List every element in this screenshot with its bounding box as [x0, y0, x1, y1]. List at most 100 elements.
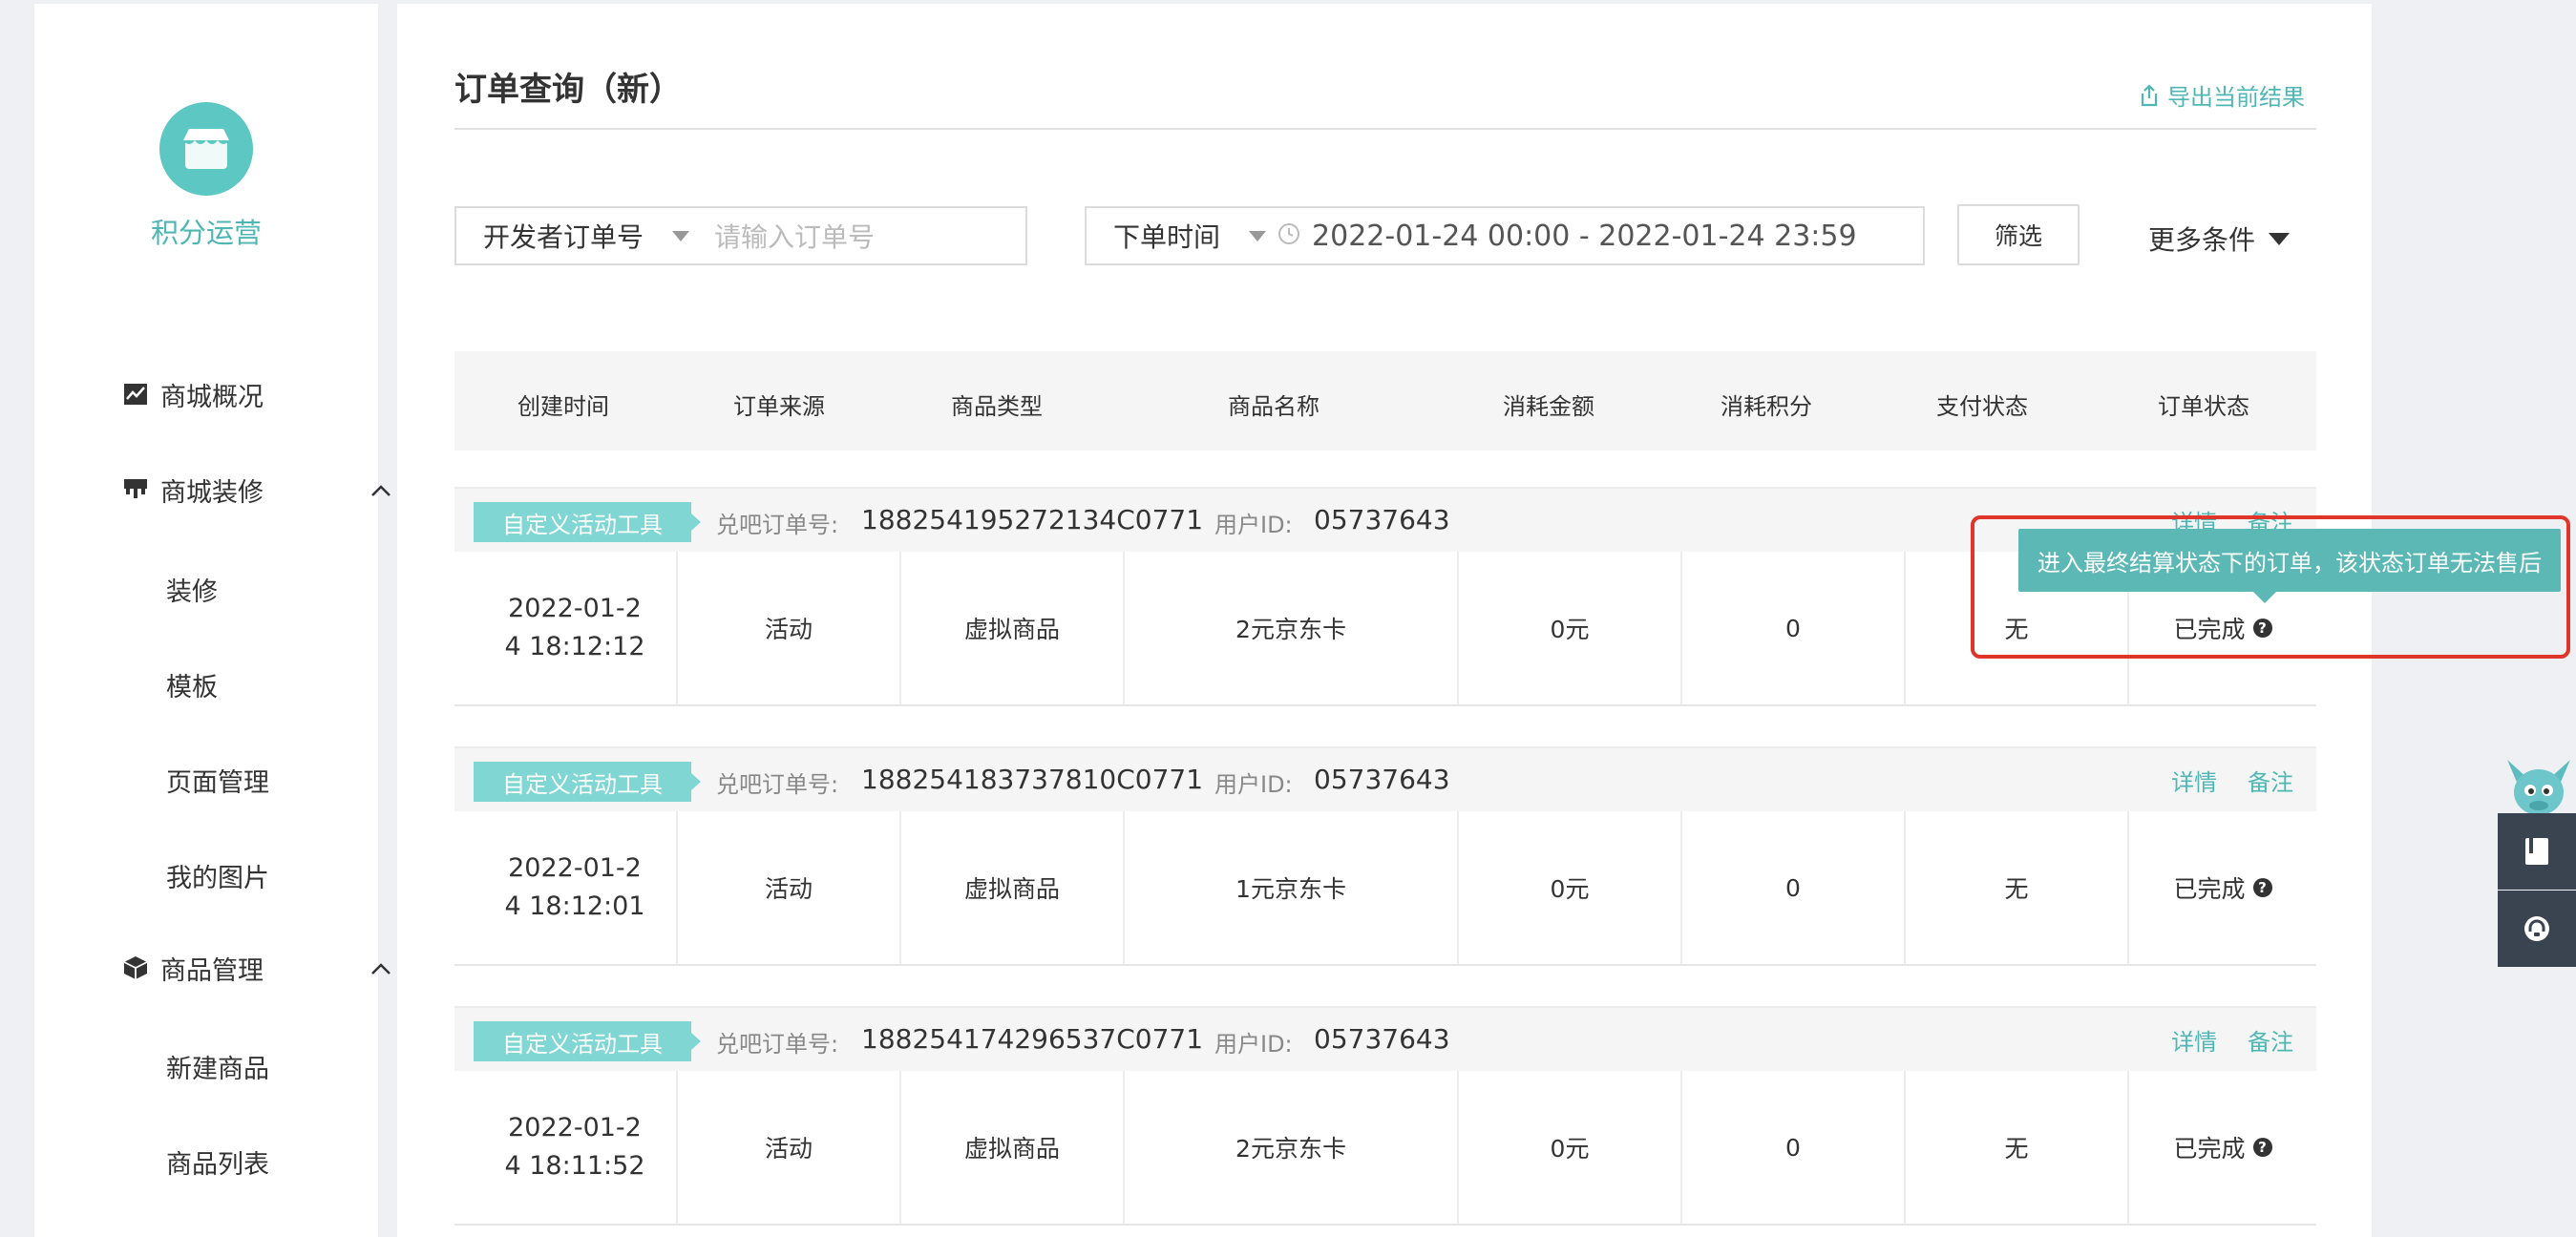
caret-down-icon	[2269, 232, 2291, 245]
goods-name-cell: 2元京东卡	[1235, 616, 1346, 643]
order-detail-row: 2022-01-2 4 18:11:52 活动 虚拟商品 2元京东卡 0元 0 无…	[454, 1071, 2316, 1226]
order-status-text: 已完成	[2173, 875, 2246, 903]
chart-icon	[122, 381, 149, 408]
support-button[interactable]	[2498, 891, 2576, 967]
order-type-select[interactable]: 开发者订单号	[483, 217, 644, 255]
column-header: 消耗金额	[1503, 393, 1594, 420]
goods-name-cell: 2元京东卡	[1235, 1135, 1346, 1163]
table-header: 创建时间 订单来源 商品类型 商品名称 消耗金额 消耗积分 支付状态 订单状态	[454, 351, 2316, 451]
goods-type-cell: 虚拟商品	[963, 1135, 1060, 1163]
column-header: 创建时间	[517, 393, 609, 420]
date-line: 2022-01-2	[508, 1113, 642, 1143]
brush-icon	[122, 476, 149, 503]
detail-link[interactable]: 详情	[2171, 764, 2217, 797]
nav-sub-goods-list[interactable]: 商品列表	[166, 1143, 269, 1181]
time-type-select[interactable]: 下单时间	[1113, 217, 1220, 255]
created-time-cell: 2022-01-2 4 18:12:12	[479, 552, 670, 704]
date-line: 2022-01-2	[508, 853, 642, 883]
order-detail-row: 2022-01-2 4 18:12:01 活动 虚拟商品 1元京东卡 0元 0 无…	[454, 811, 2316, 966]
goods-type-cell: 虚拟商品	[963, 616, 1060, 643]
note-link[interactable]: 备注	[2248, 764, 2293, 797]
points-cell: 0	[1785, 614, 1801, 642]
source-cell: 活动	[764, 616, 813, 643]
source-tag: 自定义活动工具	[474, 1021, 701, 1061]
export-icon	[2141, 83, 2158, 106]
order-no-value: 188254195272134C0771	[861, 504, 1204, 535]
created-time-cell: 2022-01-2 4 18:12:01	[479, 811, 670, 964]
app-name: 积分运营	[150, 217, 262, 249]
nav-item-mall-decoration[interactable]: 商城装修	[122, 471, 391, 509]
order-row: 自定义活动工具 兑吧订单号: 188254174296537C0771 用户ID…	[454, 1006, 2316, 1227]
export-label: 导出当前结果	[2167, 84, 2305, 111]
date-line: 4 18:11:52	[504, 1151, 645, 1181]
order-status-text: 已完成	[2173, 1135, 2246, 1163]
column-header: 订单状态	[2158, 393, 2249, 420]
help-icon[interactable]: ?	[2252, 1138, 2272, 1157]
store-logo-icon	[159, 102, 253, 196]
title-divider	[454, 128, 2316, 130]
points-cell: 0	[1785, 873, 1801, 902]
column-header: 商品类型	[951, 393, 1043, 420]
more-conditions-toggle[interactable]: 更多条件	[2148, 220, 2291, 258]
column-header: 订单来源	[733, 393, 825, 420]
order-summary-bar: 自定义活动工具 兑吧订单号: 188254183737810C0771 用户ID…	[454, 746, 2316, 811]
order-status-cell: 已完成 ?	[2129, 1071, 2316, 1224]
headset-icon	[2524, 916, 2549, 941]
created-time-cell: 2022-01-2 4 18:11:52	[479, 1071, 670, 1224]
nav-label: 商城概况	[160, 382, 264, 412]
caret-down-icon[interactable]	[672, 230, 690, 241]
goods-name-cell: 1元京东卡	[1235, 875, 1346, 903]
points-cell: 0	[1785, 1133, 1801, 1162]
goods-type-cell: 虚拟商品	[963, 875, 1060, 903]
detail-link[interactable]: 详情	[2171, 1023, 2217, 1057]
order-number-input[interactable]: 请输入订单号	[714, 217, 875, 255]
source-cell: 活动	[764, 1135, 813, 1163]
source-tag: 自定义活动工具	[474, 502, 701, 542]
order-summary-bar: 自定义活动工具 兑吧订单号: 188254174296537C0771 用户ID…	[454, 1006, 2316, 1071]
date-line: 4 18:12:12	[504, 632, 645, 661]
order-no-value: 188254174296537C0771	[861, 1023, 1204, 1055]
box-icon	[122, 954, 149, 981]
user-id-label: 用户ID:	[1214, 512, 1293, 538]
nav-sub-my-images[interactable]: 我的图片	[166, 857, 269, 894]
amount-cell: 0元	[1550, 1135, 1590, 1163]
date-range-input[interactable]: 2022-01-24 00:00 - 2022-01-24 23:59	[1312, 220, 1857, 253]
nav-sub-new-goods[interactable]: 新建商品	[166, 1048, 269, 1085]
pay-status-cell: 无	[2004, 875, 2029, 903]
filter-button[interactable]: 筛选	[1957, 204, 2080, 265]
chevron-up-icon[interactable]	[370, 474, 391, 504]
document-button[interactable]	[2498, 813, 2576, 890]
order-number-filter: 开发者订单号 请输入订单号	[454, 206, 1027, 265]
amount-cell: 0元	[1550, 875, 1590, 903]
date-line: 4 18:12:01	[504, 891, 645, 921]
nav-label: 商品管理	[160, 955, 264, 986]
user-id-label: 用户ID:	[1214, 1031, 1293, 1058]
order-status-cell: 已完成 ?	[2129, 811, 2316, 964]
caret-down-icon[interactable]	[1249, 230, 1267, 241]
nav-sub-templates[interactable]: 模板	[166, 666, 218, 703]
column-header: 商品名称	[1228, 393, 1320, 420]
nav-sub-decorate[interactable]: 装修	[166, 571, 218, 608]
column-header: 消耗积分	[1721, 393, 1812, 420]
page-title: 订单查询（新）	[454, 71, 682, 109]
nav-sub-page-management[interactable]: 页面管理	[166, 762, 269, 799]
user-id-value: 05737643	[1314, 1023, 1450, 1055]
highlight-annotation	[1971, 515, 2570, 659]
order-no-label: 兑吧订单号:	[716, 1031, 839, 1058]
order-row: 自定义活动工具 兑吧订单号: 188254183737810C0771 用户ID…	[454, 746, 2316, 968]
sidebar: 积分运营 商城概况 商城装修 装修 模板 页面管理 我的图片 商品管理 新建商品…	[34, 4, 391, 1237]
chevron-up-icon[interactable]	[370, 953, 391, 982]
nav-item-goods-management[interactable]: 商品管理	[122, 949, 391, 987]
clock-icon	[1277, 220, 1300, 252]
amount-cell: 0元	[1550, 616, 1590, 643]
user-id-value: 05737643	[1314, 764, 1450, 795]
export-results-button[interactable]: 导出当前结果	[2139, 78, 2305, 112]
help-icon[interactable]: ?	[2252, 878, 2272, 897]
pay-status-cell: 无	[2004, 1135, 2029, 1163]
date-line: 2022-01-2	[508, 594, 642, 623]
user-id-label: 用户ID:	[1214, 771, 1293, 798]
note-link[interactable]: 备注	[2248, 1023, 2293, 1057]
nav-item-mall-overview[interactable]: 商城概况	[122, 375, 264, 413]
book-icon	[2525, 838, 2548, 865]
user-id-value: 05737643	[1314, 504, 1450, 535]
